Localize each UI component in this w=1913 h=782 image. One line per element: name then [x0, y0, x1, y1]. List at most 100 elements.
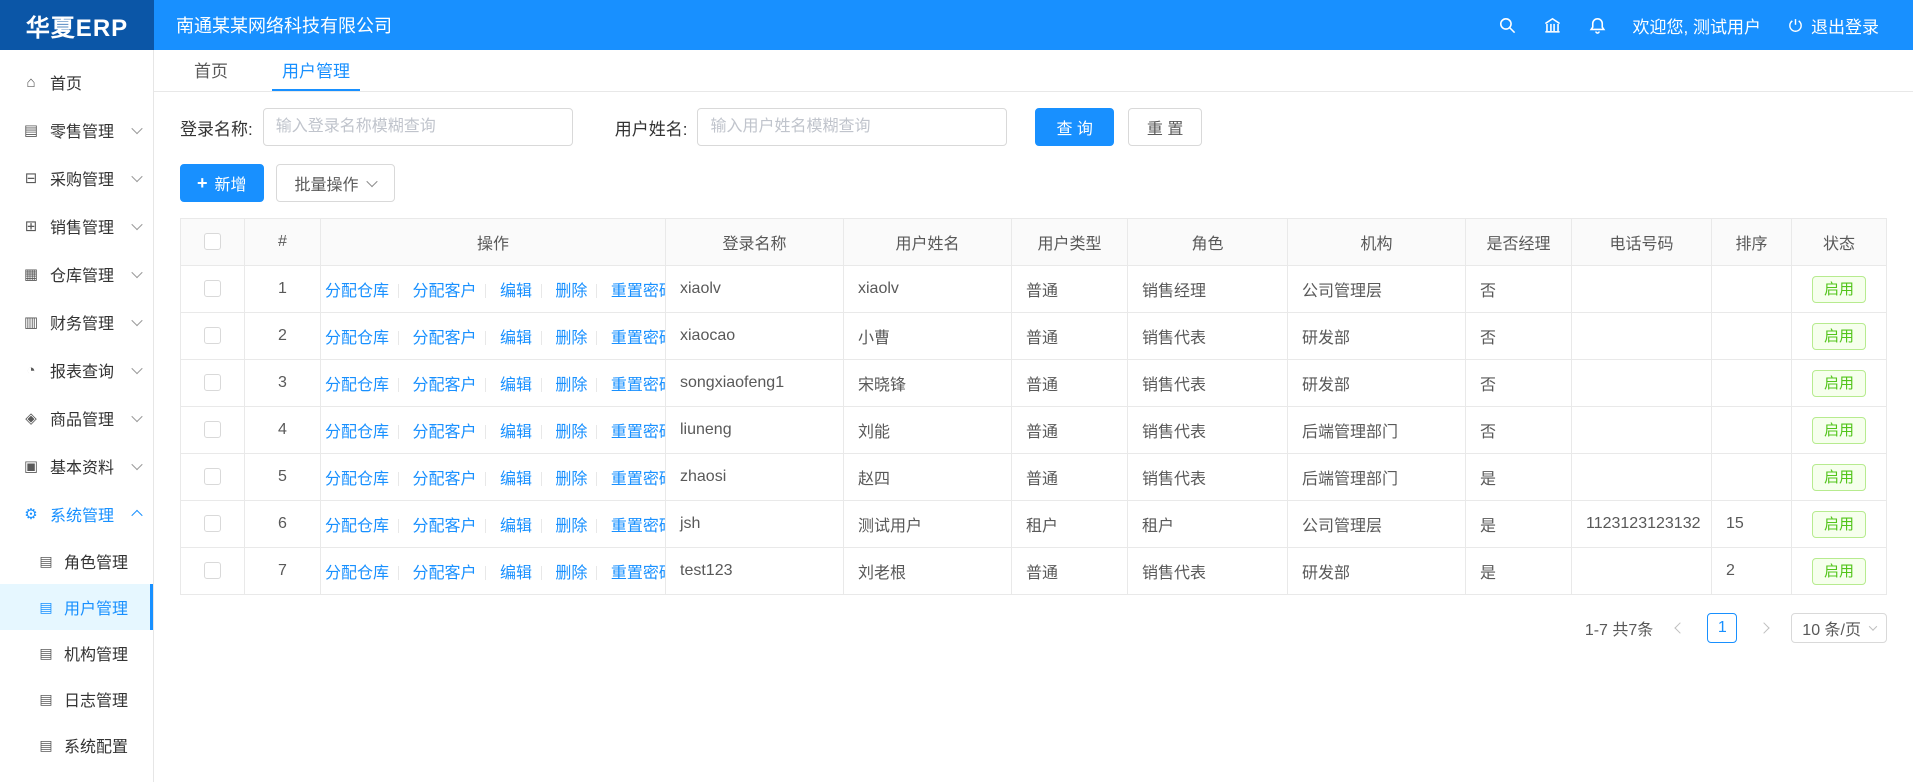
bank-icon[interactable]: [1543, 16, 1562, 35]
edit-link[interactable]: 编辑: [500, 377, 532, 394]
assign-warehouse-link[interactable]: 分配仓库: [325, 424, 389, 441]
row-checkbox[interactable]: [204, 421, 221, 438]
select-all-checkbox[interactable]: [204, 233, 221, 250]
assign-warehouse-link[interactable]: 分配仓库: [325, 283, 389, 300]
sidebar-item-system[interactable]: ⚙ 系统管理: [0, 490, 153, 538]
assign-warehouse-link[interactable]: 分配仓库: [325, 565, 389, 582]
chevron-down-icon: [133, 270, 141, 278]
cell-login-name: xiaolv: [666, 266, 844, 313]
cell-status: 启用: [1792, 501, 1887, 548]
status-badge: 启用: [1812, 558, 1866, 585]
row-index: 3: [245, 360, 321, 407]
row-checkbox[interactable]: [204, 374, 221, 391]
status-badge: 启用: [1812, 323, 1866, 350]
chevron-down-icon: [133, 222, 141, 230]
assign-customer-link[interactable]: 分配客户: [412, 283, 476, 300]
reset-button[interactable]: 重 置: [1128, 108, 1202, 146]
delete-link[interactable]: 删除: [555, 283, 587, 300]
assign-warehouse-link[interactable]: 分配仓库: [325, 471, 389, 488]
edit-link[interactable]: 编辑: [500, 283, 532, 300]
cell-login-name: zhaosi: [666, 454, 844, 501]
row-checkbox[interactable]: [204, 515, 221, 532]
page-size-select[interactable]: 10 条/页: [1791, 613, 1887, 643]
sidebar-item-purchase[interactable]: ⊟ 采购管理: [0, 154, 153, 202]
sidebar-item-label: 用户管理: [64, 595, 128, 619]
main-area: 首页 用户管理 登录名称: 用户姓名: 查 询 重 置: [154, 50, 1913, 782]
edit-link[interactable]: 编辑: [500, 565, 532, 582]
col-header-user-name: 用户姓名: [844, 219, 1012, 266]
sidebar-item-warehouse[interactable]: ▦ 仓库管理: [0, 250, 153, 298]
delete-link[interactable]: 删除: [555, 377, 587, 394]
chevron-down-icon: [133, 462, 141, 470]
delete-link[interactable]: 删除: [555, 565, 587, 582]
logout-button[interactable]: 退出登录: [1787, 13, 1879, 38]
reset-password-link[interactable]: 重置密码: [611, 283, 666, 300]
delete-link[interactable]: 删除: [555, 518, 587, 535]
sidebar-item-system-config[interactable]: ▤ 系统配置: [0, 722, 153, 768]
prev-page-button[interactable]: [1665, 613, 1695, 643]
row-checkbox[interactable]: [204, 562, 221, 579]
cell-is-manager: 是: [1466, 501, 1572, 548]
table-row: 4 分配仓库 分配客户 编辑 删除 重置密码 liuneng: [181, 407, 1887, 454]
col-header-user-type: 用户类型: [1012, 219, 1128, 266]
assign-customer-link[interactable]: 分配客户: [412, 424, 476, 441]
row-checkbox[interactable]: [204, 280, 221, 297]
sidebar-item-logs[interactable]: ▤ 日志管理: [0, 676, 153, 722]
edit-link[interactable]: 编辑: [500, 330, 532, 347]
sidebar-item-sales[interactable]: ⊞ 销售管理: [0, 202, 153, 250]
sidebar-item-finance[interactable]: ▥ 财务管理: [0, 298, 153, 346]
assign-customer-link[interactable]: 分配客户: [412, 330, 476, 347]
sidebar-item-organizations[interactable]: ▤ 机构管理: [0, 630, 153, 676]
pagination: 1-7 共7条 1 10 条/页: [180, 613, 1887, 643]
edit-link[interactable]: 编辑: [500, 471, 532, 488]
delete-link[interactable]: 删除: [555, 330, 587, 347]
purchase-icon: ⊟: [21, 169, 41, 187]
sidebar-item-roles[interactable]: ▤ 角色管理: [0, 538, 153, 584]
sidebar-item-goods[interactable]: ◈ 商品管理: [0, 394, 153, 442]
assign-warehouse-link[interactable]: 分配仓库: [325, 377, 389, 394]
reset-password-link[interactable]: 重置密码: [611, 330, 666, 347]
batch-operations-button[interactable]: 批量操作: [276, 164, 395, 202]
page-number-1[interactable]: 1: [1707, 613, 1737, 643]
cell-login-name: liuneng: [666, 407, 844, 454]
row-checkbox[interactable]: [204, 327, 221, 344]
assign-customer-link[interactable]: 分配客户: [412, 565, 476, 582]
assign-customer-link[interactable]: 分配客户: [412, 518, 476, 535]
reset-password-link[interactable]: 重置密码: [611, 565, 666, 582]
delete-link[interactable]: 删除: [555, 424, 587, 441]
sidebar-item-label: 商品管理: [50, 406, 114, 430]
assign-customer-link[interactable]: 分配客户: [412, 377, 476, 394]
user-name-input[interactable]: [697, 108, 1007, 146]
cell-status: 启用: [1792, 548, 1887, 595]
search-icon[interactable]: [1498, 16, 1517, 35]
assign-warehouse-link[interactable]: 分配仓库: [325, 518, 389, 535]
assign-warehouse-link[interactable]: 分配仓库: [325, 330, 389, 347]
search-button[interactable]: 查 询: [1035, 108, 1113, 146]
row-index: 2: [245, 313, 321, 360]
reset-password-link[interactable]: 重置密码: [611, 424, 666, 441]
cell-sort: [1712, 360, 1792, 407]
sidebar-item-reports[interactable]: ◔ 报表查询: [0, 346, 153, 394]
sidebar-item-label: 销售管理: [50, 214, 114, 238]
delete-link[interactable]: 删除: [555, 471, 587, 488]
row-operations: 分配仓库 分配客户 编辑 删除 重置密码: [321, 501, 666, 548]
col-header-login-name: 登录名称: [666, 219, 844, 266]
edit-link[interactable]: 编辑: [500, 424, 532, 441]
reset-password-link[interactable]: 重置密码: [611, 377, 666, 394]
sidebar-item-retail[interactable]: ▤ 零售管理: [0, 106, 153, 154]
reset-password-link[interactable]: 重置密码: [611, 471, 666, 488]
next-page-button[interactable]: [1749, 613, 1779, 643]
sidebar-item-home[interactable]: ⌂ 首页: [0, 58, 153, 106]
sidebar-item-users[interactable]: ▤ 用户管理: [0, 584, 153, 630]
tab-user-management[interactable]: 用户管理: [272, 50, 360, 91]
bell-icon[interactable]: [1588, 16, 1607, 35]
cell-role: 销售代表: [1128, 407, 1288, 454]
tab-home[interactable]: 首页: [184, 50, 238, 91]
row-checkbox[interactable]: [204, 468, 221, 485]
reset-password-link[interactable]: 重置密码: [611, 518, 666, 535]
assign-customer-link[interactable]: 分配客户: [412, 471, 476, 488]
sidebar-item-basic-data[interactable]: ▣ 基本资料: [0, 442, 153, 490]
edit-link[interactable]: 编辑: [500, 518, 532, 535]
add-button[interactable]: + 新增: [180, 164, 264, 202]
login-name-input[interactable]: [263, 108, 573, 146]
